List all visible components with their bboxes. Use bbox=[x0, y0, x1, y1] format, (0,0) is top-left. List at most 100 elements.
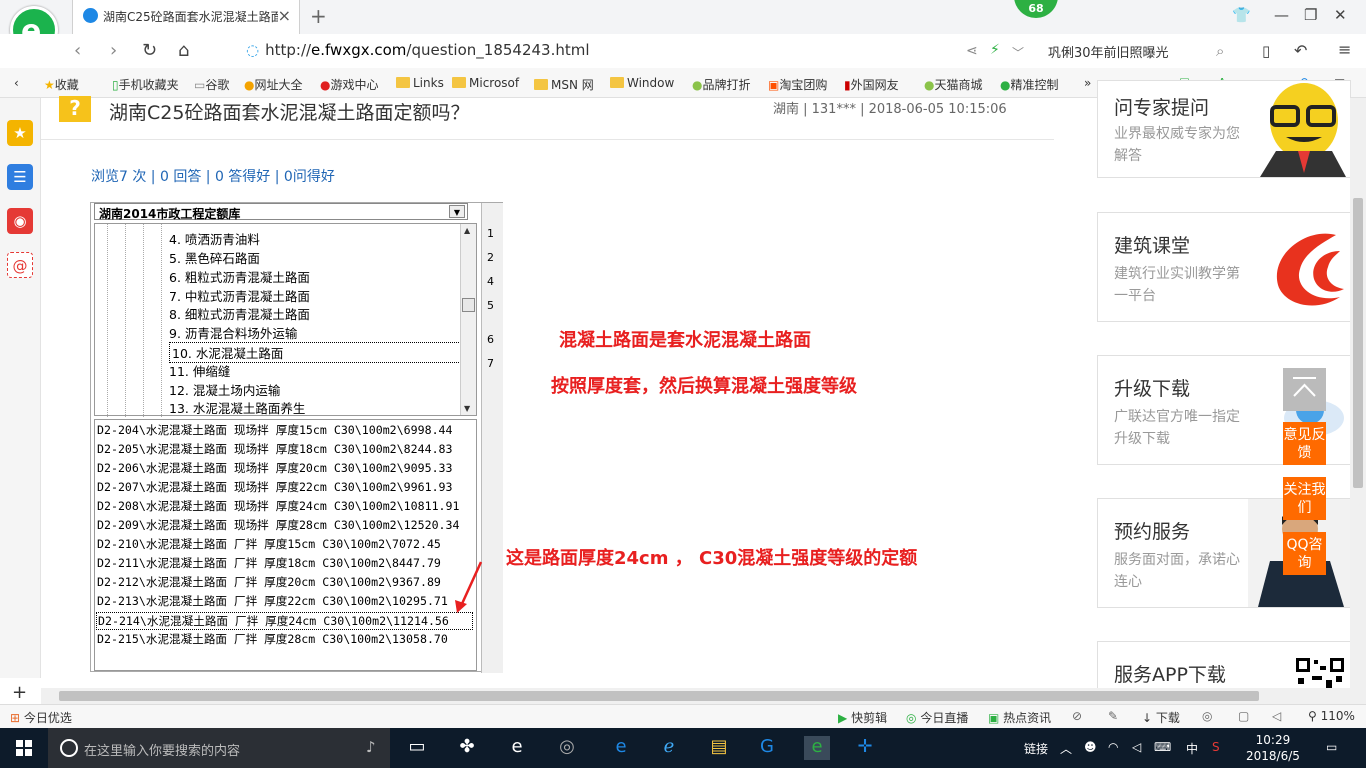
card-title: 服务APP下载 bbox=[1114, 664, 1226, 686]
question-header: ? 湖南C25砼路面套水泥混凝土路面定额吗？ 湖南 | 131*** | 201… bbox=[41, 96, 1054, 140]
speed-icon[interactable]: ⚡ bbox=[990, 42, 1000, 58]
ie-e-icon[interactable]: e bbox=[504, 736, 530, 760]
reading-list-icon[interactable]: ☰ bbox=[7, 164, 33, 190]
task-view-icon[interactable]: ▭ bbox=[404, 736, 430, 760]
window-icon[interactable]: ▢ bbox=[1238, 709, 1249, 723]
vertical-scroll-thumb[interactable] bbox=[1353, 198, 1363, 488]
undo-icon[interactable]: ↶ bbox=[1294, 41, 1307, 60]
tray-links-label[interactable]: 链接 bbox=[1024, 740, 1048, 757]
gift-icon: ⊞ bbox=[10, 711, 21, 725]
follow-button[interactable]: 关注我们 bbox=[1283, 477, 1326, 520]
fav-google[interactable]: ▭谷歌 bbox=[194, 76, 229, 93]
taskbar-search[interactable]: 在这里输入你要搜索的内容 ♪ bbox=[48, 728, 390, 768]
internet-explorer-icon[interactable]: ℯ bbox=[656, 736, 682, 760]
favorites-star-icon[interactable]: ★ bbox=[7, 120, 33, 146]
search-box[interactable]: 巩俐30年前旧照曝光 bbox=[1048, 42, 1169, 61]
browser-tab[interactable]: 湖南C25砼路面套水泥混凝土路面 × bbox=[72, 0, 300, 34]
people-icon[interactable]: ☻ bbox=[1084, 740, 1097, 754]
fav-taobao[interactable]: ▣淘宝团购 bbox=[768, 76, 827, 93]
zoom-level[interactable]: ⚲ 110% bbox=[1308, 709, 1355, 723]
edge-icon[interactable]: e bbox=[608, 736, 634, 760]
pinwheel-app-icon[interactable]: ✤ bbox=[454, 736, 480, 760]
row-number: 4 bbox=[487, 275, 494, 288]
refresh-icon[interactable]: ↻ bbox=[142, 40, 157, 61]
fav-msn[interactable]: MSN 网 bbox=[534, 76, 594, 93]
weibo-icon[interactable]: ◉ bbox=[7, 208, 33, 234]
back-to-top-button[interactable] bbox=[1283, 368, 1326, 411]
fav-microsoft[interactable]: Microsof bbox=[452, 76, 519, 90]
chevron-down-icon[interactable]: ﹀ bbox=[1012, 44, 1024, 61]
quota-library-select: 湖南2014市政工程定额库 ▼ bbox=[94, 203, 468, 221]
speed-mode-icon[interactable]: ⊘ bbox=[1072, 709, 1082, 723]
daily-picks[interactable]: ⊞ 今日优选 bbox=[10, 709, 72, 726]
fav-links[interactable]: Links bbox=[396, 76, 444, 90]
tree-guide bbox=[161, 224, 162, 417]
tab-close-icon[interactable]: × bbox=[278, 6, 291, 25]
new-tab-icon[interactable]: + bbox=[310, 4, 327, 28]
fav-collapse-icon[interactable]: ‹ bbox=[14, 76, 19, 90]
downloads[interactable]: ↓ 下载 bbox=[1142, 709, 1180, 726]
fav-mobile[interactable]: ▯手机收藏夹 bbox=[112, 76, 179, 93]
url-field[interactable]: ◌ http://e.fwxgx.com/question_1854243.htm… bbox=[246, 41, 590, 59]
card-title: 升级下载 bbox=[1114, 378, 1191, 400]
system-clock[interactable]: 10:29 2018/6/5 bbox=[1246, 732, 1300, 764]
windows-start-icon[interactable] bbox=[16, 740, 32, 756]
forward-icon[interactable]: › bbox=[110, 40, 117, 61]
url-prefix: http:// bbox=[265, 41, 312, 59]
volume-icon[interactable]: ◁ bbox=[1132, 740, 1141, 754]
quick-cut[interactable]: ▶ 快剪辑 bbox=[838, 709, 887, 726]
360-browser-icon[interactable]: e bbox=[804, 736, 830, 760]
back-icon[interactable]: ‹ bbox=[74, 40, 81, 61]
spiral-app-icon[interactable]: ◎ bbox=[554, 736, 580, 760]
pin-icon[interactable]: ✎ bbox=[1108, 709, 1118, 723]
keyboard-icon[interactable]: ⌨ bbox=[1154, 740, 1171, 754]
microphone-icon[interactable]: ♪ bbox=[366, 738, 376, 756]
feedback-button[interactable]: 意见反馈 bbox=[1283, 422, 1326, 465]
sogou-icon[interactable]: S bbox=[1212, 740, 1220, 754]
minimize-icon[interactable]: — bbox=[1274, 6, 1289, 24]
add-sidebar-icon[interactable]: + bbox=[12, 682, 27, 703]
fav-collect[interactable]: ★收藏 bbox=[44, 76, 79, 93]
horizontal-scrollbar[interactable] bbox=[41, 688, 1366, 704]
glodon-app-icon[interactable]: G bbox=[754, 736, 780, 760]
mail-icon[interactable]: @ bbox=[7, 252, 33, 278]
ime-indicator[interactable]: 中 bbox=[1186, 740, 1198, 757]
quota-row: D2-209\水泥混凝土路面 现场拌 厚度28cm C30\100m2\1252… bbox=[97, 518, 460, 532]
expert-mascot-icon bbox=[1260, 83, 1346, 177]
search-icon[interactable]: ⌕ bbox=[1216, 42, 1224, 60]
share-icon[interactable]: ⋖ bbox=[966, 43, 978, 59]
card-classroom[interactable]: 建筑课堂 建筑行业实训教学第一平台 bbox=[1097, 212, 1351, 322]
remote-app-icon[interactable]: ✛ bbox=[852, 736, 878, 760]
vertical-scrollbar[interactable] bbox=[1350, 98, 1366, 688]
hot-news[interactable]: ▣ 热点资讯 bbox=[988, 709, 1051, 726]
fav-windows[interactable]: Window bbox=[610, 76, 674, 90]
ie-mode-icon[interactable]: ◎ bbox=[1202, 709, 1212, 723]
tray-expand-icon[interactable]: ︿ bbox=[1060, 740, 1072, 757]
card-ask-expert[interactable]: 问专家提问 业界最权威专家为您解答 bbox=[1097, 80, 1351, 178]
tree-item: 8. 细粒式沥青混凝土路面 bbox=[169, 307, 310, 322]
mobile-icon[interactable]: ▯ bbox=[1262, 42, 1270, 60]
card-app-download[interactable]: 服务APP下载 bbox=[1097, 641, 1351, 692]
question-stats[interactable]: 浏览7 次 | 0 回答 | 0 答得好 | 0问得好 bbox=[91, 166, 335, 186]
more-icon[interactable]: » bbox=[1084, 76, 1091, 90]
menu-icon[interactable]: ≡ bbox=[1338, 40, 1351, 59]
fav-precise[interactable]: ●精准控制 bbox=[1000, 76, 1059, 93]
home-icon[interactable]: ⌂ bbox=[178, 40, 189, 61]
fav-games[interactable]: ●游戏中心 bbox=[320, 76, 379, 93]
score-badge[interactable]: 68 bbox=[1014, 0, 1058, 18]
horizontal-scroll-thumb[interactable] bbox=[59, 691, 1259, 701]
fav-tmall[interactable]: ●天猫商城 bbox=[924, 76, 983, 93]
fav-foreign[interactable]: ▮外国网友 bbox=[844, 76, 899, 93]
qq-consult-button[interactable]: QQ咨询 bbox=[1283, 532, 1326, 575]
today-live[interactable]: ◎ 今日直播 bbox=[906, 709, 968, 726]
mute-icon[interactable]: ◁ bbox=[1272, 709, 1281, 723]
notification-icon[interactable]: ▭ bbox=[1326, 740, 1337, 754]
file-explorer-icon[interactable]: ▤ bbox=[706, 736, 732, 760]
skin-icon[interactable]: 👕 bbox=[1232, 6, 1251, 24]
close-window-icon[interactable]: ✕ bbox=[1334, 6, 1347, 24]
restore-icon[interactable]: ❐ bbox=[1304, 6, 1317, 24]
fav-nav[interactable]: ●网址大全 bbox=[244, 76, 303, 93]
site-favicon bbox=[83, 8, 98, 23]
fav-brand[interactable]: ●品牌打折 bbox=[692, 76, 751, 93]
wifi-icon[interactable]: ◠ bbox=[1108, 740, 1118, 754]
